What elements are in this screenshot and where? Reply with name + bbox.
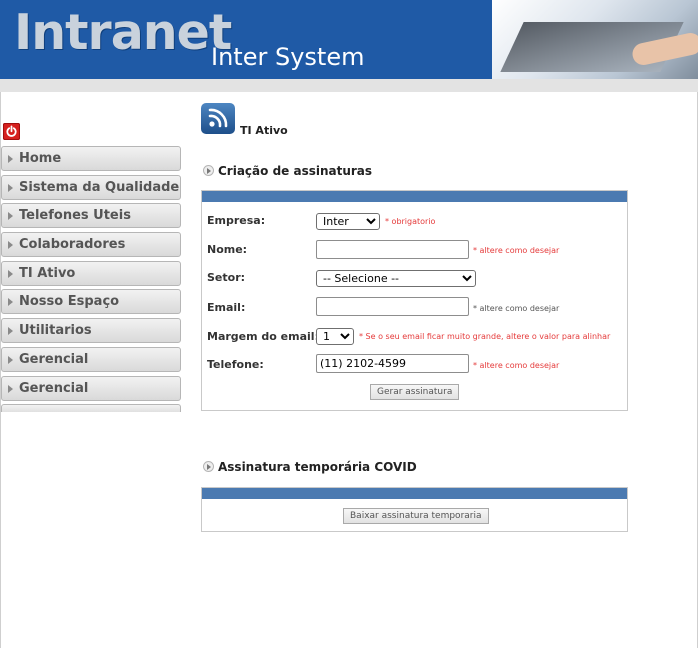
covid-panel: Baixar assinatura temporaria	[201, 487, 628, 532]
baixar-assinatura-button[interactable]: Baixar assinatura temporaria	[343, 508, 489, 524]
bullet-arrow-icon	[203, 165, 214, 176]
email-input[interactable]	[316, 297, 469, 316]
section-title-covid: Assinatura temporária COVID	[203, 460, 417, 474]
arrow-right-icon	[8, 269, 13, 278]
margem-label: Margem do email:	[207, 330, 319, 343]
bullet-arrow-icon	[203, 461, 214, 472]
sidebar-item-nosso-espaco[interactable]: Nosso Espaço	[1, 289, 181, 315]
sidebar-item-colaboradores[interactable]: Colaboradores	[1, 232, 181, 258]
header-divider	[0, 79, 698, 92]
arrow-right-icon	[8, 241, 13, 250]
section-title-text: Assinatura temporária COVID	[218, 460, 417, 474]
sidebar-item-label: Telefones Uteis	[19, 208, 131, 224]
sidebar-item-utilitarios[interactable]: Utilitarios	[1, 318, 181, 344]
sidebar-item-ti-ativo[interactable]: TI Ativo	[1, 260, 181, 286]
sidebar-item-gerencial[interactable]: Gerencial	[1, 346, 181, 372]
arrow-right-icon	[8, 212, 13, 221]
empresa-select[interactable]: Inter	[316, 213, 380, 230]
nome-label: Nome:	[207, 243, 248, 256]
arrow-right-icon	[8, 183, 13, 192]
panel-header-bar	[202, 488, 627, 499]
email-label: Email:	[207, 301, 246, 314]
email-note: * altere como desejar	[473, 304, 560, 313]
margem-note: * Se o seu email ficar muito grande, alt…	[359, 332, 611, 341]
arrow-right-icon	[8, 155, 13, 163]
setor-label: Setor:	[207, 271, 246, 284]
arrow-right-icon	[8, 384, 13, 393]
nome-input[interactable]	[316, 240, 469, 259]
sidebar-item-gerencial-2[interactable]: Gerencial	[1, 375, 181, 401]
header-photo	[492, 0, 698, 79]
telefone-note: * altere como desejar	[473, 361, 560, 370]
sidebar-item-label: Utilitarios	[19, 323, 92, 339]
sidebar-item-partial	[1, 404, 181, 413]
sidebar-item-telefones-uteis[interactable]: Telefones Uteis	[1, 203, 181, 229]
sidebar-item-label: Home	[19, 151, 62, 166]
section-title-text: Criação de assinaturas	[218, 164, 373, 178]
section-title-criacao: Criação de assinaturas	[203, 164, 372, 178]
page-title: TI Ativo	[240, 124, 288, 137]
sidebar-item-label: Sistema da Qualidade	[19, 179, 180, 195]
sidebar-item-label: Colaboradores	[19, 237, 126, 253]
power-icon[interactable]	[3, 123, 20, 140]
empresa-label: Empresa:	[207, 214, 266, 227]
gerar-assinatura-button[interactable]: Gerar assinatura	[370, 384, 460, 400]
panel-header-bar	[202, 191, 627, 202]
sidebar-item-home[interactable]: Home	[1, 146, 181, 171]
arrow-right-icon	[8, 327, 13, 336]
empresa-note: * obrigatorio	[385, 217, 436, 226]
telefone-input[interactable]	[316, 354, 469, 373]
sidebar-item-sistema-da-qualidade[interactable]: Sistema da Qualidade	[1, 174, 181, 200]
rss-icon	[201, 103, 235, 134]
sidebar-menu: Home Sistema da Qualidade Telefones Utei…	[1, 146, 181, 413]
telefone-label: Telefone:	[207, 358, 264, 371]
sidebar-item-label: Nosso Espaço	[19, 294, 120, 310]
signature-form-panel: Empresa: Inter * obrigatorio Nome: * alt…	[201, 190, 628, 411]
sidebar-item-label: Gerencial	[19, 351, 89, 367]
arrow-right-icon	[8, 298, 13, 307]
sidebar-item-label: TI Ativo	[19, 265, 76, 281]
header-banner: Intranet Inter System	[0, 0, 698, 79]
margem-select[interactable]: 1	[316, 328, 354, 345]
setor-select[interactable]: -- Selecione --	[316, 270, 476, 287]
arrow-right-icon	[8, 355, 13, 364]
sidebar-item-label: Gerencial	[19, 380, 89, 396]
nome-note: * altere como desejar	[473, 246, 560, 255]
brand-logo-text: Intranet	[14, 4, 232, 61]
brand-subtitle: Inter System	[211, 43, 365, 71]
